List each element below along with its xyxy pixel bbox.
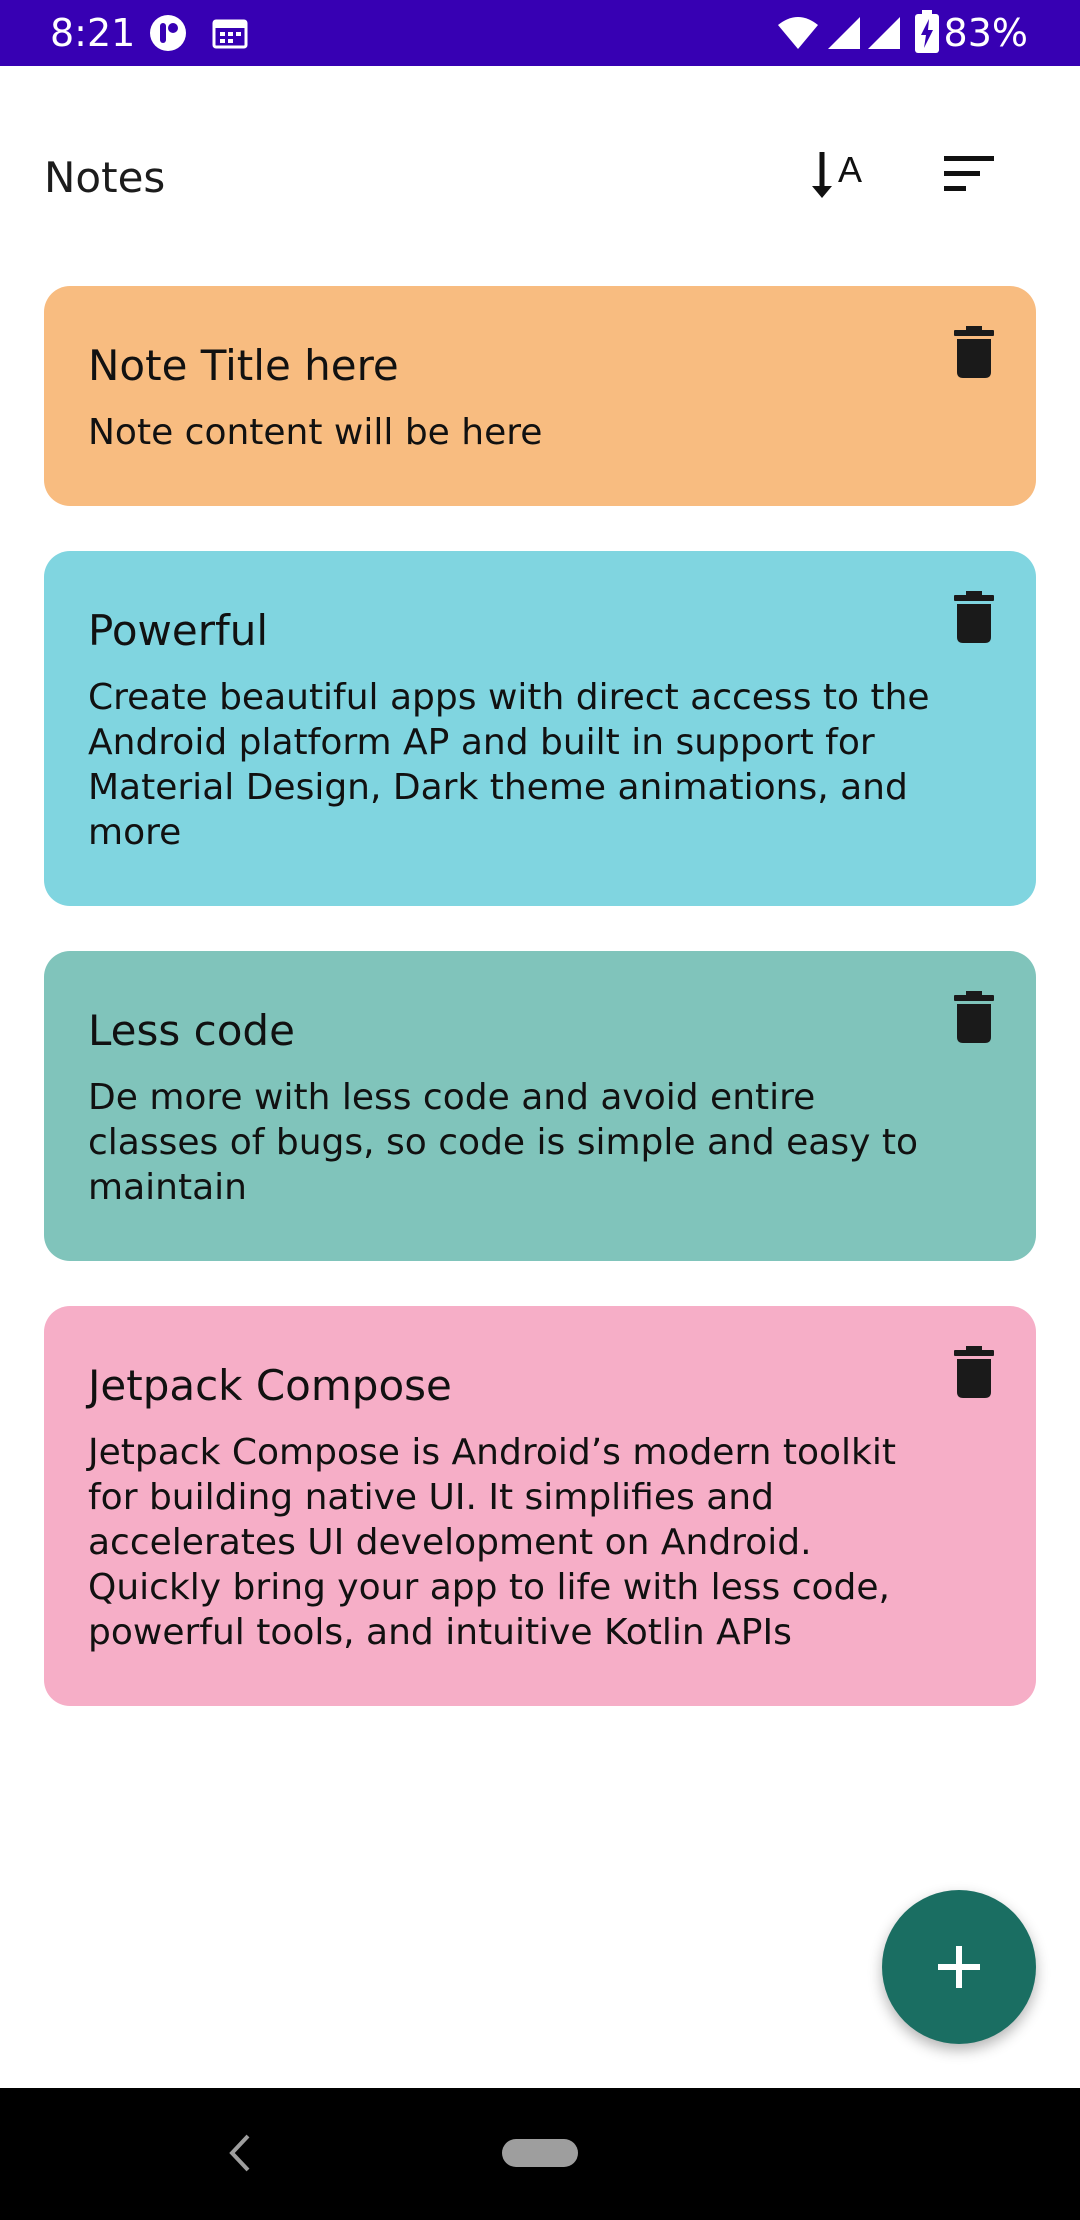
note-card[interactable]: Less code De more with less code and avo… <box>44 951 1036 1261</box>
app-notification-icon <box>148 13 188 53</box>
home-pill[interactable] <box>502 2139 578 2167</box>
note-content: Create beautiful apps with direct access… <box>88 677 930 853</box>
delete-button[interactable] <box>944 1344 1004 1414</box>
svg-text:A: A <box>838 149 862 190</box>
wifi-icon <box>776 13 820 53</box>
filter-sort-button[interactable] <box>930 134 1010 214</box>
trash-icon <box>954 591 994 643</box>
note-card[interactable]: Jetpack Compose Jetpack Compose is Andro… <box>44 1306 1036 1706</box>
signal-icon <box>864 13 904 53</box>
battery-charging-icon <box>914 10 940 54</box>
signal-icon <box>824 13 864 53</box>
navigation-bar <box>0 2088 1080 2220</box>
delete-button[interactable] <box>944 589 1004 659</box>
trash-icon <box>954 991 994 1043</box>
back-icon[interactable] <box>222 2128 258 2178</box>
calendar-icon <box>210 13 250 53</box>
status-bar: 8:21 83% <box>0 0 1080 66</box>
note-card[interactable]: Powerful Create beautiful apps with dire… <box>44 551 1036 906</box>
note-title: Less code <box>88 1006 295 1055</box>
note-title: Note Title here <box>88 341 399 390</box>
delete-button[interactable] <box>944 989 1004 1059</box>
add-note-button[interactable] <box>882 1890 1036 2044</box>
note-content: Jetpack Compose is Android’s modern tool… <box>88 1432 897 1653</box>
note-title: Powerful <box>88 606 269 655</box>
note-content: De more with less code and avoid entire … <box>88 1077 919 1208</box>
sort-alphabetical-button[interactable]: A <box>796 134 876 214</box>
note-content: Note content will be here <box>88 412 543 453</box>
battery-percentage: 83% <box>943 11 1028 55</box>
trash-icon <box>954 1346 994 1398</box>
delete-button[interactable] <box>944 324 1004 394</box>
plus-icon <box>938 1946 980 1988</box>
note-title: Jetpack Compose <box>88 1361 452 1410</box>
trash-icon <box>954 326 994 378</box>
status-time: 8:21 <box>50 11 136 55</box>
page-title: Notes <box>44 153 166 202</box>
sort-alphabetical-icon: A <box>812 149 862 198</box>
filter-sort-icon <box>944 156 994 191</box>
note-card[interactable]: Note Title here Note content will be her… <box>44 286 1036 506</box>
